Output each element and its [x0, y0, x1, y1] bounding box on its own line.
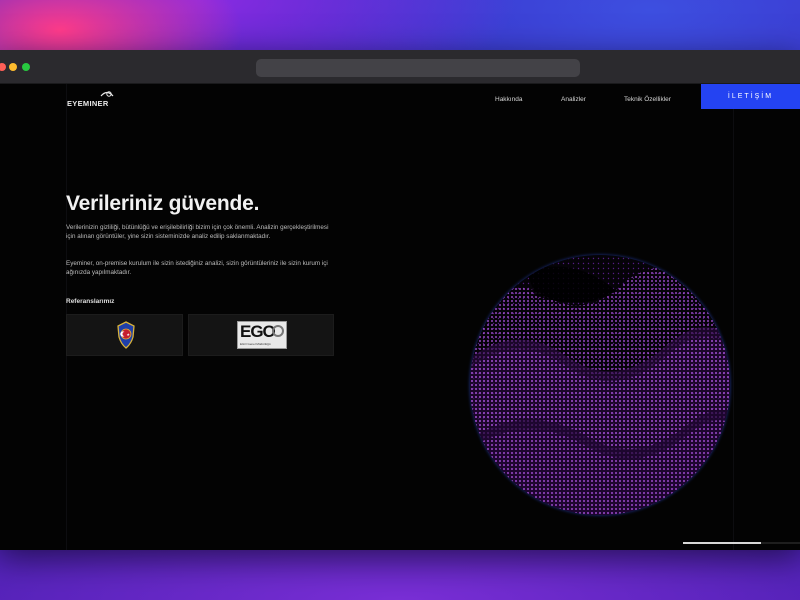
- horizontal-scrollbar-thumb[interactable]: [683, 542, 761, 544]
- hero-title: Verileriniz güvende.: [66, 192, 260, 215]
- reference-card-ego: EGO EGO Genel Müdürlüğü: [188, 314, 334, 356]
- site-logo[interactable]: EYEMINER: [67, 90, 117, 110]
- ego-logo: EGO EGO Genel Müdürlüğü: [237, 321, 287, 349]
- hero-paragraph-privacy: Verilerinizin gizliliği, bütünlüğü ve er…: [66, 224, 329, 240]
- address-bar[interactable]: [256, 59, 580, 77]
- particle-wave-sphere-icon: [466, 251, 734, 519]
- ego-ring-icon: [272, 325, 284, 337]
- nav-link-about[interactable]: Hakkında: [495, 96, 522, 103]
- references-title: Referanslarımız: [66, 298, 115, 305]
- minimize-window-button[interactable]: [9, 63, 17, 71]
- particle-sphere-visual: [466, 251, 734, 519]
- police-emblem-icon: [117, 321, 135, 349]
- hero-paragraph-on-premise: Eyeminer, on-premise kurulum ile sizin i…: [66, 260, 328, 276]
- nav-link-technical-features[interactable]: Teknik Özellikler: [624, 96, 671, 103]
- reference-card-police: [66, 314, 183, 356]
- ego-logo-subtitle: EGO Genel Müdürlüğü: [240, 342, 271, 346]
- web-page: EYEMINER Hakkında Analizler Teknik Özell…: [0, 84, 800, 550]
- browser-titlebar: [0, 50, 800, 84]
- ego-logo-text: EGO: [240, 322, 276, 341]
- close-window-button[interactable]: [0, 63, 6, 71]
- browser-window: EYEMINER Hakkında Analizler Teknik Özell…: [0, 50, 800, 550]
- maximize-window-button[interactable]: [22, 63, 30, 71]
- contact-button[interactable]: İLETİŞİM: [701, 84, 800, 109]
- nav-link-analyses[interactable]: Analizler: [561, 96, 586, 103]
- logo-text: EYEMINER: [67, 99, 109, 108]
